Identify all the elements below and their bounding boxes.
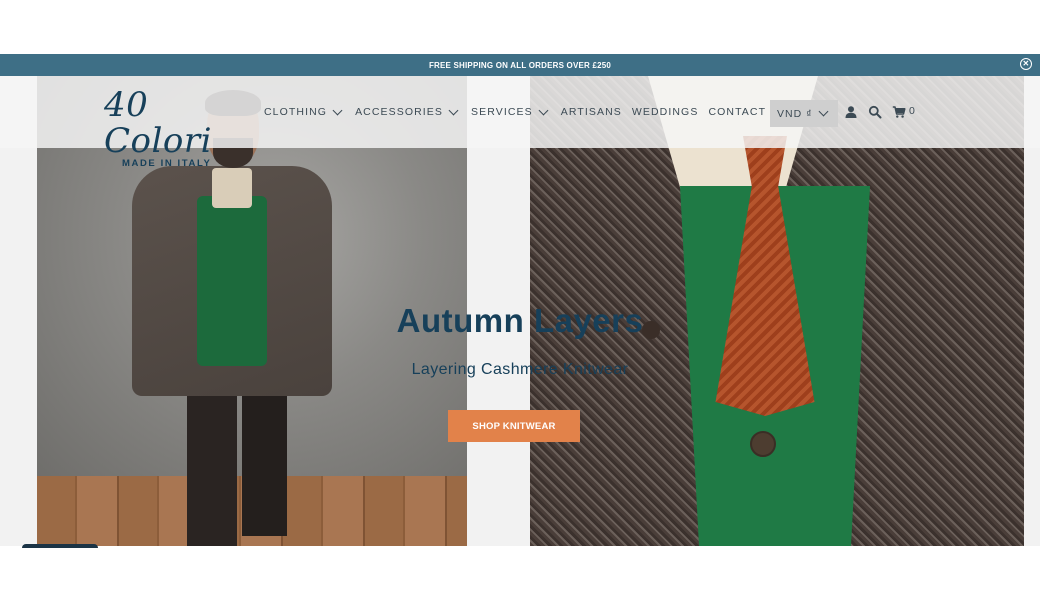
site-logo[interactable]: 40 Colori MADE IN ITALY xyxy=(104,87,234,169)
currency-value: VND ₫ xyxy=(777,107,813,120)
nav-artisans[interactable]: ARTISANS xyxy=(561,106,622,118)
close-icon[interactable]: ✕ xyxy=(1020,58,1032,70)
announcement-text: FREE SHIPPING ON ALL ORDERS OVER £250 xyxy=(428,60,612,70)
hero-subtitle: Layering Cashmere Knitwear xyxy=(411,361,629,378)
logo-tagline: MADE IN ITALY xyxy=(122,158,212,169)
announcement-bar: FREE SHIPPING ON ALL ORDERS OVER £250 ✕ xyxy=(0,54,1040,76)
chevron-down-icon xyxy=(448,105,459,115)
user-icon[interactable] xyxy=(844,105,858,119)
logo-wordmark: 40 Colori xyxy=(104,85,212,161)
search-icon[interactable] xyxy=(868,105,882,119)
cart-icon[interactable] xyxy=(892,105,906,119)
shop-knitwear-button[interactable]: SHOP KNITWEAR xyxy=(448,410,580,442)
top-spacer xyxy=(0,0,1040,54)
chat-widget-tab[interactable] xyxy=(22,544,98,548)
nav-services[interactable]: SERVICES xyxy=(471,105,551,118)
chevron-down-icon xyxy=(332,105,343,115)
nav-contact[interactable]: CONTACT xyxy=(708,106,766,118)
site-header: 40 Colori MADE IN ITALY CLOTHING ACCESSO… xyxy=(0,76,1040,169)
nav-weddings[interactable]: WEDDINGS xyxy=(632,106,699,118)
chevron-down-icon xyxy=(538,105,549,115)
nav-accessories[interactable]: ACCESSORIES xyxy=(355,105,461,118)
currency-selector[interactable]: VND ₫ xyxy=(770,100,838,127)
hero-title: Autumn Layers xyxy=(396,302,644,339)
main-nav: CLOTHING ACCESSORIES SERVICES ARTISANS W… xyxy=(264,102,776,122)
chevron-down-icon xyxy=(819,106,829,117)
bottom-spacer xyxy=(0,546,1040,600)
nav-clothing[interactable]: CLOTHING xyxy=(264,105,345,118)
cart-count: 0 xyxy=(909,105,915,117)
